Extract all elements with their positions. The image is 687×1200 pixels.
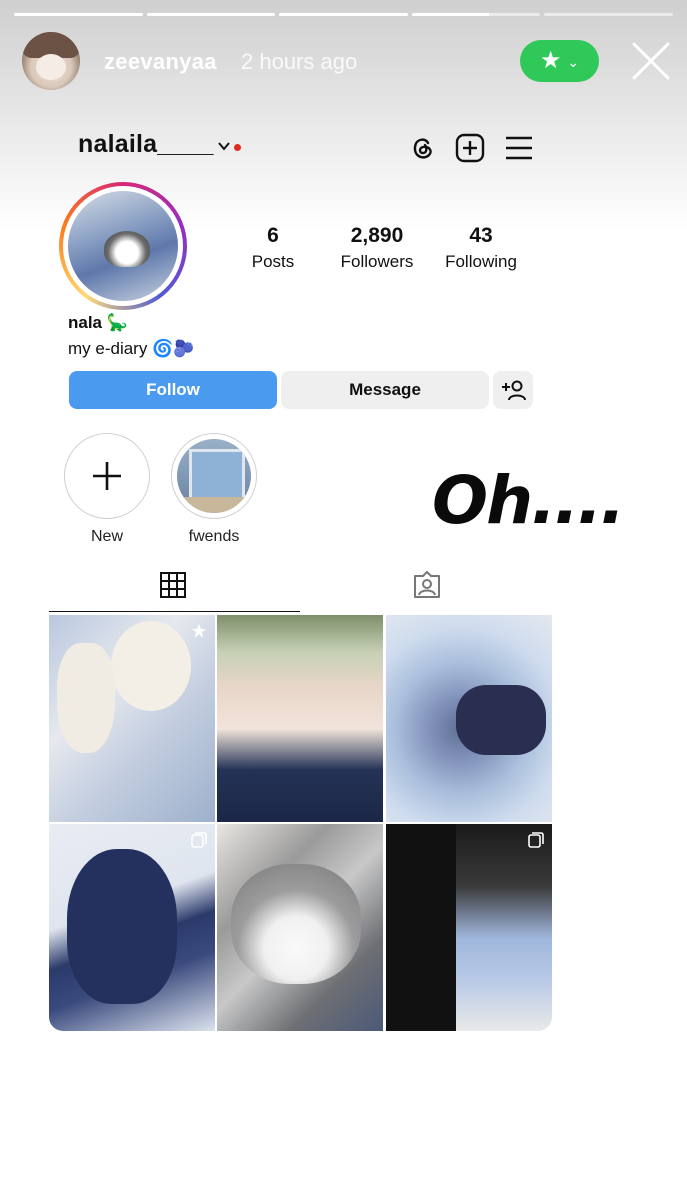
tagged-icon[interactable]	[413, 571, 441, 599]
carousel-icon	[528, 832, 544, 848]
post-thumbnail[interactable]	[386, 824, 552, 1031]
suggested-users-button[interactable]	[493, 371, 533, 409]
add-person-icon	[502, 380, 526, 401]
post-thumbnail[interactable]	[49, 824, 215, 1031]
highlight-label: New	[90, 528, 123, 545]
stat-followers[interactable]: 2,890 Followers	[332, 224, 422, 272]
post-thumbnail[interactable]	[386, 615, 552, 822]
follow-button[interactable]: Follow	[69, 371, 277, 409]
story-progress-bar	[14, 13, 673, 16]
post-grid	[49, 615, 552, 1031]
story-author-avatar[interactable]	[22, 32, 80, 90]
story-progress-segment	[544, 13, 673, 16]
story-progress-segment	[14, 13, 143, 16]
menu-icon[interactable]	[504, 133, 534, 163]
story-author-username[interactable]: zeevanyaa	[104, 49, 217, 75]
close-friends-button[interactable]: ★ ⌄	[520, 40, 599, 82]
story-progress-segment-active	[411, 13, 541, 16]
post-thumbnail[interactable]	[49, 615, 215, 822]
grid-icon[interactable]	[159, 571, 187, 599]
threads-icon[interactable]	[407, 133, 437, 163]
highlight-cover	[177, 439, 251, 513]
chevron-down-icon: ⌄	[567, 54, 580, 70]
plus-icon	[93, 462, 121, 490]
pinned-icon	[192, 624, 206, 638]
profile-display-name: nala 🦕	[68, 313, 128, 332]
active-tab-indicator	[49, 611, 300, 612]
stat-following[interactable]: 43 Following	[436, 224, 526, 272]
star-icon: ★	[539, 47, 562, 74]
profile-username[interactable]: nalaila____	[78, 130, 214, 159]
stat-value: 43	[469, 224, 493, 247]
carousel-icon	[191, 832, 207, 848]
post-thumbnail[interactable]	[217, 615, 383, 822]
message-button[interactable]: Message	[281, 371, 489, 409]
stat-label: Following	[445, 252, 517, 271]
close-icon[interactable]	[630, 40, 672, 82]
stat-label: Followers	[340, 252, 414, 271]
story-timestamp: 2 hours ago	[241, 49, 358, 74]
notification-dot	[234, 144, 241, 151]
story-progress-segment	[146, 13, 276, 16]
profile-avatar[interactable]	[59, 182, 187, 310]
stat-value: 6	[267, 224, 279, 247]
profile-photo	[68, 191, 178, 301]
stat-value: 2,890	[350, 224, 404, 247]
story-progress-segment	[279, 13, 408, 16]
profile-bio: my e-diary 🌀🫐	[68, 339, 195, 358]
stat-posts[interactable]: 6 Posts	[242, 224, 304, 272]
highlight-label: fwends	[188, 528, 240, 545]
highlight-new[interactable]: New	[64, 433, 150, 546]
chevron-down-icon[interactable]	[217, 140, 231, 152]
create-post-icon[interactable]	[455, 133, 485, 163]
stat-label: Posts	[251, 252, 295, 271]
highlight-fwends[interactable]: fwends	[171, 433, 257, 546]
post-thumbnail[interactable]	[217, 824, 383, 1031]
story-overlay-text: Oh....	[432, 462, 625, 539]
